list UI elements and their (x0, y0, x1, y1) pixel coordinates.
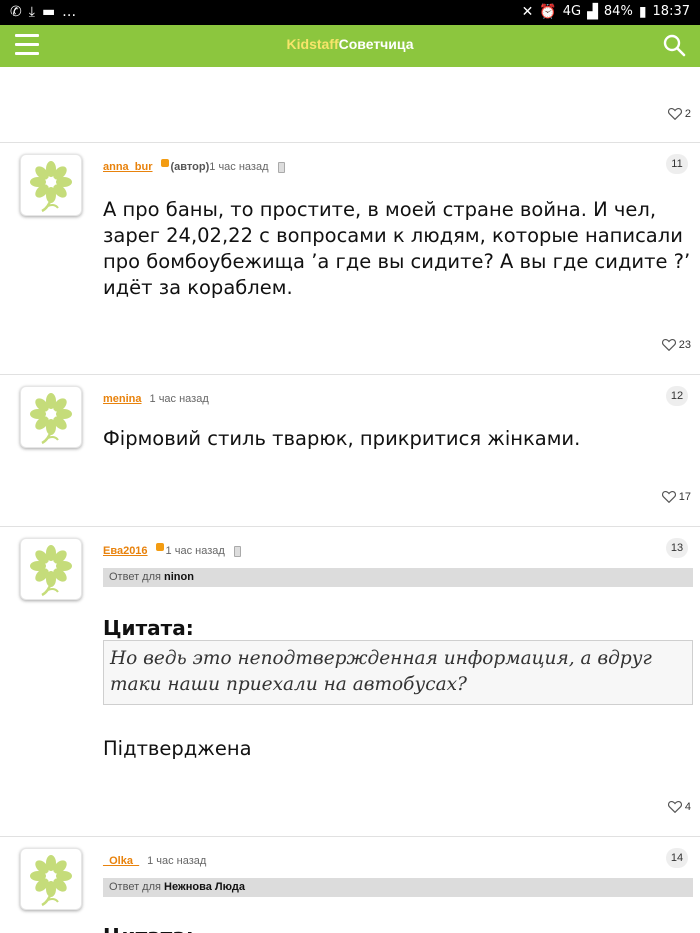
post-text: А про баны, то простите, в моей стране в… (103, 198, 691, 299)
post-time: 1 час назад (209, 161, 269, 173)
post-number[interactable]: 14 (666, 848, 688, 868)
post-number[interactable]: 11 (666, 154, 688, 174)
reply-to-user: Нежнова Люда (164, 881, 245, 893)
heart-icon (661, 490, 676, 503)
post-text: Фірмовий стиль тварюк, прикритися жінкам… (103, 427, 581, 450)
flower-avatar-icon (30, 545, 72, 597)
quote-title: Цитата: (103, 924, 194, 933)
reply-to-user: ninon (164, 571, 194, 583)
post-number[interactable]: 12 (666, 386, 688, 406)
like-count: 4 (684, 800, 691, 813)
post-text: Підтверджена (103, 737, 252, 760)
search-icon[interactable] (662, 33, 686, 57)
post-number[interactable]: 13 (666, 538, 688, 558)
like-count: 23 (678, 338, 691, 351)
mute-icon: ✕ (521, 4, 534, 20)
signal-icon: ▟ (587, 4, 598, 20)
flower-avatar-icon (30, 855, 72, 907)
like-button[interactable]: 2 (667, 107, 691, 120)
post-previous: 2 (0, 67, 700, 143)
avatar[interactable] (20, 154, 82, 216)
post-meta: menina 1 час назад (103, 393, 209, 405)
brand-title[interactable]: KidstaffСоветчица (0, 36, 700, 52)
post-time: 1 час назад (147, 855, 207, 867)
download-icon: ⤓ (28, 4, 35, 20)
like-button[interactable]: 4 (667, 800, 691, 813)
mobile-device-icon (277, 161, 285, 173)
battery-percent: 84% (603, 4, 633, 19)
avatar[interactable] (20, 538, 82, 600)
reply-prefix: Ответ для (109, 571, 165, 583)
battery-icon: ▮ (638, 4, 647, 20)
heart-icon (667, 107, 682, 120)
like-count: 17 (678, 490, 691, 503)
reply-to-bar[interactable]: Ответ для Нежнова Люда (103, 878, 693, 897)
username-link[interactable]: anna_bur (103, 161, 153, 173)
online-status-icon (155, 543, 164, 551)
status-bar: ✆ ⤓ ▬ … ✕ ⏰ 4G ▟ 84% ▮ 18:37 (0, 0, 700, 25)
username-link[interactable]: menina (103, 393, 142, 405)
post-meta: anna_bur (автор) 1 час назад (103, 159, 285, 173)
heart-icon (661, 338, 676, 351)
brand-sovetchitsa: Советчица (338, 36, 414, 52)
app-bar: KidstaffСоветчица (0, 25, 700, 67)
post-11: anna_bur (автор) 1 час назад 11 А про ба… (0, 144, 700, 375)
username-link[interactable]: Ева2016 (103, 545, 148, 557)
flower-avatar-icon (30, 161, 72, 213)
avatar[interactable] (20, 386, 82, 448)
reply-to-bar[interactable]: Ответ для ninon (103, 568, 693, 587)
username-link[interactable]: _Olka_ (103, 855, 139, 867)
more-dots-icon: … (62, 4, 77, 20)
quote-title: Цитата: (103, 616, 194, 640)
reply-prefix: Ответ для (109, 881, 165, 893)
quote-box: Но ведь это неподтвержденная информация,… (103, 640, 693, 705)
post-time: 1 час назад (149, 393, 209, 405)
online-status-icon (160, 159, 169, 167)
brand-kidstaff: Kidstaff (286, 36, 339, 52)
network-type: 4G (562, 4, 582, 19)
like-count: 2 (684, 107, 691, 120)
alarm-icon: ⏰ (539, 4, 557, 20)
mobile-device-icon (233, 545, 241, 557)
whatsapp-icon: ✆ (10, 4, 22, 20)
post-14: _Olka_ 1 час назад 14 Ответ для Нежнова … (0, 838, 700, 933)
post-12: menina 1 час назад 12 Фірмовий стиль тва… (0, 376, 700, 527)
flower-avatar-icon (30, 393, 72, 445)
like-button[interactable]: 23 (661, 338, 691, 351)
heart-icon (667, 800, 682, 813)
message-icon: ▬ (41, 4, 56, 20)
clock: 18:37 (652, 4, 690, 19)
post-meta: _Olka_ 1 час назад (103, 855, 206, 867)
avatar[interactable] (20, 848, 82, 910)
like-button[interactable]: 17 (661, 490, 691, 503)
post-13: Ева2016 1 час назад 13 Ответ для ninon Ц… (0, 528, 700, 837)
post-meta: Ева2016 1 час назад (103, 543, 241, 557)
author-tag: (автор) (170, 161, 210, 173)
post-time: 1 час назад (165, 545, 225, 557)
